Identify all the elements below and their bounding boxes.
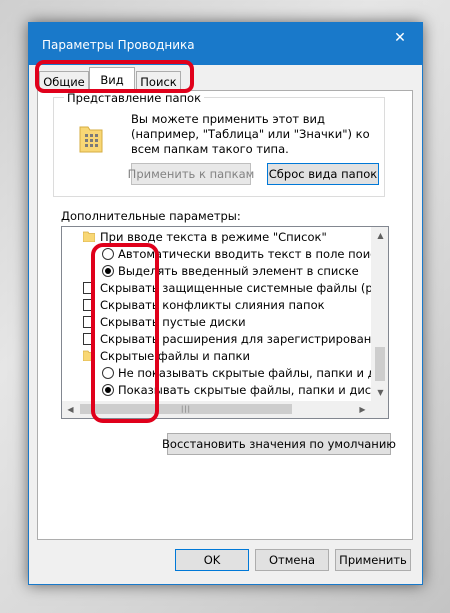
- list-item[interactable]: Скрывать защищенные системные файлы (рек…: [62, 280, 388, 296]
- tab-general[interactable]: Общие: [39, 71, 89, 91]
- folder-icon: [83, 231, 95, 242]
- checkbox[interactable]: [83, 299, 95, 311]
- scrollbar-corner: [371, 401, 388, 418]
- vertical-scrollbar[interactable]: ▲ ▼: [371, 227, 388, 401]
- scroll-down-icon[interactable]: ▼: [372, 384, 388, 401]
- apply-to-folders-button[interactable]: Применить к папкам: [128, 163, 254, 185]
- list-item-label: При вводе текста в режиме "Список": [100, 230, 327, 244]
- advanced-settings-label: Дополнительные параметры:: [61, 209, 241, 223]
- radio-button[interactable]: [102, 248, 114, 260]
- list-item[interactable]: Автоматически вводить текст в поле поиск…: [62, 246, 388, 262]
- list-item-label: Не показывать скрытые файлы, папки и дис…: [118, 366, 389, 380]
- list-item-label: Скрытые файлы и папки: [100, 349, 250, 363]
- ok-button[interactable]: OK: [175, 549, 249, 571]
- list-item-label: Скрывать конфликты слияния папок: [100, 298, 325, 312]
- list-item-label: Скрывать пустые диски: [100, 315, 246, 329]
- list-item[interactable]: Не показывать скрытые файлы, папки и дис…: [62, 365, 388, 381]
- checkbox[interactable]: [83, 316, 95, 328]
- reset-folders-button[interactable]: Сброс вида папок: [267, 163, 379, 185]
- list-item[interactable]: Скрывать конфликты слияния папок: [62, 297, 372, 313]
- list-item-label: Выделять введенный элемент в списке: [118, 264, 359, 278]
- window-title: Параметры Проводника: [42, 38, 195, 52]
- radio-button[interactable]: [102, 367, 114, 379]
- folder-view-legend: Представление папок: [64, 91, 205, 105]
- scroll-right-icon[interactable]: ▶: [354, 401, 371, 418]
- list-item-label: Скрывать расширения для зарегистрированн…: [100, 332, 389, 346]
- list-item[interactable]: Показывать скрытые файлы, папки и диски: [62, 382, 386, 398]
- list-item-label: Автоматически вводить текст в поле поиск…: [118, 247, 389, 261]
- title-bar[interactable]: Параметры Проводника ✕: [29, 23, 422, 65]
- cancel-button[interactable]: Отмена: [255, 549, 329, 571]
- folder-view-icon: [79, 126, 103, 153]
- checkbox[interactable]: [83, 282, 95, 294]
- advanced-settings-list[interactable]: При вводе текста в режиме "Список" Автом…: [61, 226, 389, 419]
- checkbox[interactable]: [83, 333, 95, 345]
- list-item-label: Скрывать защищенные системные файлы (рек…: [100, 281, 389, 295]
- vertical-scroll-thumb[interactable]: [375, 347, 385, 381]
- horizontal-scrollbar[interactable]: ◀ ||| ▶: [62, 401, 388, 418]
- close-icon[interactable]: ✕: [378, 23, 422, 53]
- list-item: При вводе текста в режиме "Список": [62, 229, 372, 245]
- list-item[interactable]: Скрывать расширения для зарегистрированн…: [62, 331, 388, 347]
- folder-view-description: Вы можете применить этот вид (например, …: [131, 112, 370, 156]
- restore-defaults-button[interactable]: Восстановить значения по умолчанию: [162, 433, 396, 455]
- tab-search[interactable]: Поиск: [136, 71, 181, 91]
- explorer-options-window: Параметры Проводника ✕ Общие Вид Поиск П…: [28, 22, 423, 585]
- list-item[interactable]: Выделять введенный элемент в списке: [62, 263, 372, 279]
- list-item-label: Показывать скрытые файлы, папки и диски: [118, 383, 386, 397]
- folder-icon: [83, 350, 95, 361]
- scroll-left-icon[interactable]: ◀: [62, 401, 79, 418]
- list-item: Скрытые файлы и папки: [62, 348, 372, 364]
- radio-button[interactable]: [102, 265, 114, 277]
- horizontal-scroll-thumb[interactable]: |||: [80, 404, 292, 414]
- apply-button[interactable]: Применить: [335, 549, 411, 571]
- scroll-up-icon[interactable]: ▲: [372, 227, 388, 244]
- tab-view[interactable]: Вид: [89, 67, 135, 92]
- radio-button[interactable]: [102, 384, 114, 396]
- list-item[interactable]: Скрывать пустые диски: [62, 314, 372, 330]
